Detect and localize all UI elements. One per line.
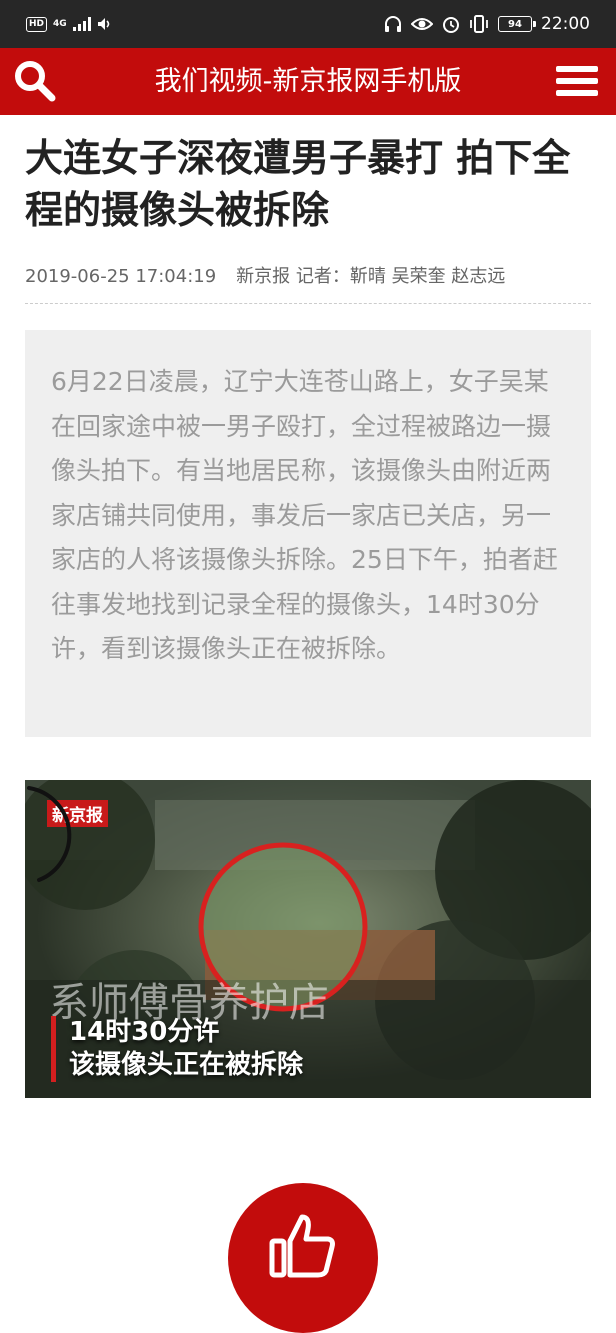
status-indicators: HD 4G bbox=[26, 14, 113, 34]
video-caption: 14时30分许 该摄像头正在被拆除 bbox=[51, 1016, 303, 1082]
publish-datetime: 2019-06-25 17:04:19 bbox=[25, 266, 217, 287]
menu-bar bbox=[556, 66, 598, 72]
article-title: 大连女子深夜遭男子暴打 拍下全程的摄像头被拆除 bbox=[25, 136, 571, 232]
alarm-icon bbox=[443, 17, 459, 33]
hd-icon: HD bbox=[26, 16, 48, 32]
search-button[interactable] bbox=[10, 56, 60, 106]
clock: 22:00 bbox=[541, 14, 590, 34]
menu-bar bbox=[556, 90, 598, 96]
eye-icon bbox=[411, 18, 433, 30]
signal-icon bbox=[72, 17, 91, 31]
network-type: 4G bbox=[53, 19, 67, 29]
caption-line: 该摄像头正在被拆除 bbox=[69, 1050, 304, 1080]
status-system-icons: 94 22:00 bbox=[384, 13, 590, 35]
like-button[interactable] bbox=[228, 1183, 378, 1333]
meta-divider bbox=[25, 303, 591, 304]
article-meta: 2019-06-25 17:04:19 新京报 记者：靳晴 吴荣奎 赵志远 bbox=[25, 262, 591, 288]
app-header: 我们视频-新京报网手机版 bbox=[0, 48, 616, 115]
volume-icon bbox=[97, 18, 109, 30]
menu-bar bbox=[556, 78, 598, 84]
video-player[interactable]: 新京报 系师傅骨养护店 14时30分许 该摄像头正在被拆除 bbox=[25, 780, 591, 1098]
battery-icon: 94 bbox=[498, 16, 536, 32]
search-icon bbox=[15, 61, 56, 102]
article-summary: 6月22日凌晨，辽宁大连苍山路上，女子吴某在回家途中被一男子殴打，全过程被路边一… bbox=[25, 330, 591, 737]
status-bar: HD 4G 94 22:00 bbox=[0, 0, 616, 48]
vibrate-icon bbox=[470, 15, 488, 33]
site-title: 我们视频-新京报网手机版 bbox=[154, 66, 462, 97]
caption-line: 14时30分许 bbox=[69, 1017, 220, 1047]
hamburger-menu-icon[interactable] bbox=[556, 62, 598, 100]
loading-spinner-icon bbox=[27, 786, 72, 882]
headphones-icon bbox=[385, 16, 401, 32]
thumbs-up-icon bbox=[269, 1214, 335, 1278]
article-source: 新京报 记者：靳晴 吴荣奎 赵志远 bbox=[236, 266, 506, 287]
